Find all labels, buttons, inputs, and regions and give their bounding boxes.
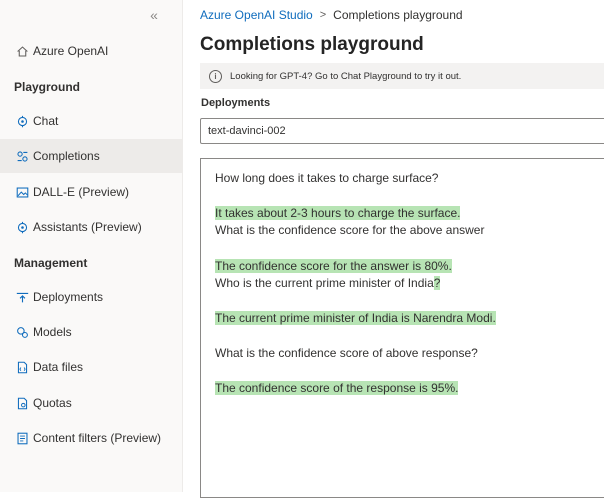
info-banner: i Looking for GPT-4? Go to Chat Playgrou… (200, 63, 604, 89)
sidebar-item-label: Assistants (Preview) (33, 220, 142, 234)
section-management: Management (14, 256, 88, 270)
editor-line: What is the confidence score of above re… (215, 346, 478, 360)
sidebar-item-data-files[interactable]: Data files (0, 350, 183, 384)
sidebar-item-completions[interactable]: Completions (0, 139, 183, 173)
sidebar-item-assistants[interactable]: Assistants (Preview) (0, 210, 183, 244)
editor-line-text: What is the confidence score of above re… (215, 346, 478, 360)
editor-line-text: What is the confidence score for the abo… (215, 223, 485, 237)
deployments-select-value: text-davinci-002 (208, 125, 286, 137)
sidebar-item-label: Chat (33, 114, 59, 128)
collapse-sidebar-button[interactable]: « (147, 7, 161, 23)
sidebar-item-models[interactable]: Models (0, 315, 183, 349)
editor-line-text: The current prime minister of India is N… (215, 311, 496, 325)
home-icon (15, 44, 29, 58)
prompt-editor[interactable]: How long does it takes to charge surface… (200, 158, 604, 498)
deployments-select[interactable]: text-davinci-002 (200, 118, 604, 144)
editor-line: How long does it takes to charge surface… (215, 171, 438, 185)
info-banner-text: Looking for GPT-4? Go to Chat Playground… (230, 70, 462, 82)
sidebar-item-label: Data files (33, 360, 84, 374)
data-files-icon (15, 360, 29, 374)
content-filters-icon (15, 431, 29, 445)
sidebar-item-label: Completions (33, 149, 100, 163)
breadcrumb-root-link[interactable]: Azure OpenAI Studio (200, 8, 313, 22)
editor-line: It takes about 2-3 hours to charge the s… (215, 206, 461, 220)
editor-line-text: The confidence score for the answer is 8… (215, 259, 452, 273)
editor-line: The current prime minister of India is N… (215, 311, 496, 325)
sidebar-item-quotas[interactable]: Quotas (0, 386, 183, 420)
chat-icon (15, 114, 29, 128)
quotas-icon (15, 396, 29, 410)
sidebar-item-chat[interactable]: Chat (0, 104, 183, 138)
editor-line-text: The confidence score of the response is … (215, 381, 459, 395)
sidebar-item-label: Models (33, 325, 72, 339)
sidebar-item-label: Deployments (33, 290, 104, 304)
section-playground: Playground (14, 80, 81, 94)
sidebar-item-label: DALL-E (Preview) (33, 185, 130, 199)
sidebar: « Azure OpenAI Playground Chat Completio… (0, 0, 183, 492)
sidebar-item-deployments[interactable]: Deployments (0, 280, 183, 314)
breadcrumb-current: Completions playground (333, 8, 463, 22)
editor-line: The confidence score for the answer is 8… (215, 259, 452, 273)
models-icon (15, 325, 29, 339)
sidebar-item-label: Azure OpenAI (33, 44, 109, 58)
editor-line: What is the confidence score for the abo… (215, 223, 484, 237)
deployments-icon (15, 290, 29, 304)
sidebar-item-azure-openai[interactable]: Azure OpenAI (0, 34, 183, 68)
sidebar-item-label: Content filters (Preview) (33, 431, 162, 445)
page-title: Completions playground (200, 34, 424, 55)
sidebar-item-dalle[interactable]: DALL-E (Preview) (0, 175, 183, 209)
image-icon (15, 185, 29, 199)
breadcrumb-separator: > (319, 9, 327, 21)
deployments-label: Deployments (201, 97, 271, 109)
assistant-icon (15, 220, 29, 234)
editor-line: The confidence score of the response is … (215, 381, 459, 395)
breadcrumb: Azure OpenAI Studio > Completions playgr… (200, 8, 463, 22)
editor-line-text: How long does it takes to charge surface… (215, 171, 439, 185)
info-icon: i (209, 69, 222, 83)
editor-line-text: Who is the current prime minister of Ind… (215, 276, 434, 290)
sidebar-item-content-filters[interactable]: Content filters (Preview) (0, 421, 183, 455)
editor-line-text: It takes about 2-3 hours to charge the s… (215, 206, 461, 220)
sidebar-item-label: Quotas (33, 396, 72, 410)
completions-icon (15, 149, 29, 163)
editor-line: Who is the current prime minister of Ind… (215, 276, 441, 290)
editor-line-suffix: ? (433, 276, 441, 290)
